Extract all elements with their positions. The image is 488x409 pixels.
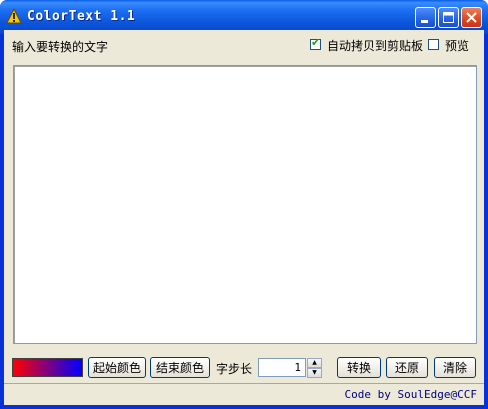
step-label: 字步长 (216, 362, 253, 376)
step-down-button[interactable]: ▼ (307, 368, 322, 378)
convert-button[interactable]: 转换 (337, 357, 381, 378)
auto-copy-label[interactable]: 自动拷贝到剪贴板 (327, 37, 423, 54)
end-color-button[interactable]: 结束颜色 (150, 357, 210, 378)
input-prompt-label: 输入要转换的文字 (12, 40, 109, 54)
spin-up-icon: ▲ (312, 359, 317, 366)
client-area: 输入要转换的文字 ✔ 自动拷贝到剪贴板 预览 起始颜色 结束颜色 字步长 1 ▲… (4, 30, 484, 405)
preview-label[interactable]: 预览 (445, 37, 469, 54)
maximize-icon (443, 12, 454, 23)
start-color-button[interactable]: 起始颜色 (88, 357, 146, 378)
checkmark-icon: ✔ (311, 36, 321, 49)
minimize-icon (421, 20, 428, 23)
auto-copy-checkbox[interactable]: ✔ (310, 36, 321, 50)
text-input-area[interactable] (13, 65, 477, 344)
close-icon (466, 12, 477, 23)
step-input[interactable]: 1 (258, 358, 306, 377)
step-up-button[interactable]: ▲ (307, 358, 322, 368)
close-button[interactable] (461, 7, 482, 28)
title-bar[interactable]: ColorText 1.1 (0, 0, 488, 34)
app-window: ColorText 1.1 输入要转换的文字 ✔ 自动拷贝到剪贴板 预览 起始颜… (0, 0, 488, 409)
restore-button[interactable]: 还原 (386, 357, 428, 378)
maximize-button[interactable] (438, 7, 459, 28)
credit-text: Code by SoulEdge@CCF (344, 388, 477, 401)
window-title: ColorText 1.1 (27, 9, 136, 24)
preview-checkbox[interactable] (428, 39, 439, 50)
app-icon (6, 8, 22, 24)
minimize-button[interactable] (415, 7, 436, 28)
status-separator (4, 383, 484, 384)
clear-button[interactable]: 清除 (434, 357, 476, 378)
status-bar: Code by SoulEdge@CCF (4, 385, 484, 405)
spin-down-icon: ▼ (312, 369, 317, 376)
color-gradient-swatch (12, 358, 83, 377)
